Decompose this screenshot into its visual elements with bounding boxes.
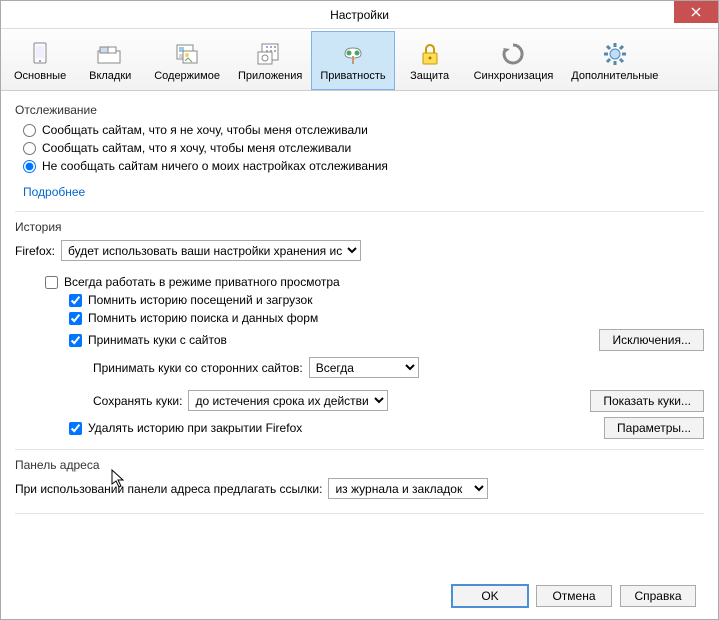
content-icon xyxy=(173,40,201,68)
tab-label: Вкладки xyxy=(89,70,131,82)
privacy-icon xyxy=(339,40,367,68)
tab-label: Защита xyxy=(410,70,449,82)
history-mode-select[interactable]: будет использовать ваши настройки хранен… xyxy=(61,240,361,261)
clear-settings-button[interactable]: Параметры... xyxy=(604,417,704,439)
close-button[interactable] xyxy=(674,1,718,23)
tab-advanced[interactable]: Дополнительные xyxy=(562,31,667,90)
remember-browsing-checkbox[interactable] xyxy=(69,294,82,307)
tab-label: Приложения xyxy=(238,70,302,82)
locationbar-group-label: Панель адреса xyxy=(15,458,704,472)
general-icon xyxy=(26,40,54,68)
sync-icon xyxy=(499,40,527,68)
third-party-select[interactable]: Всегда xyxy=(309,357,419,378)
always-private-checkbox[interactable] xyxy=(45,276,58,289)
history-group: История Firefox: будет использовать ваши… xyxy=(15,220,704,450)
titlebar: Настройки xyxy=(1,1,718,29)
tab-privacy[interactable]: Приватность xyxy=(311,31,394,90)
content-area: Отслеживание Сообщать сайтам, что я не х… xyxy=(1,91,718,573)
ok-button[interactable]: OK xyxy=(452,585,528,607)
tab-sync[interactable]: Синхронизация xyxy=(465,31,563,90)
clear-on-close-checkbox[interactable] xyxy=(69,422,82,435)
keep-until-select[interactable]: до истечения срока их действия xyxy=(188,390,388,411)
dnt-off-label[interactable]: Сообщать сайтам, что я хочу, чтобы меня … xyxy=(42,141,351,155)
help-button[interactable]: Справка xyxy=(620,585,696,607)
show-cookies-button[interactable]: Показать куки... xyxy=(590,390,704,412)
tracking-group-label: Отслеживание xyxy=(15,103,704,117)
always-private-label[interactable]: Всегда работать в режиме приватного прос… xyxy=(64,275,340,289)
remember-search-label[interactable]: Помнить историю поиска и данных форм xyxy=(88,311,318,325)
locationbar-group: Панель адреса При использовании панели а… xyxy=(15,458,704,514)
applications-icon xyxy=(256,40,284,68)
settings-window: Настройки Основные Вкладки Содержимое xyxy=(0,0,719,620)
tab-applications[interactable]: Приложения xyxy=(229,31,311,90)
security-icon xyxy=(416,40,444,68)
remember-search-checkbox[interactable] xyxy=(69,312,82,325)
remember-browsing-label[interactable]: Помнить историю посещений и загрузок xyxy=(88,293,312,307)
suggest-select[interactable]: из журнала и закладок xyxy=(328,478,488,499)
third-party-label: Принимать куки со сторонних сайтов: xyxy=(93,361,303,375)
tab-label: Синхронизация xyxy=(474,70,554,82)
dnt-on-radio[interactable] xyxy=(23,124,36,137)
keep-until-label: Сохранять куки: xyxy=(93,394,182,408)
tab-content[interactable]: Содержимое xyxy=(145,31,229,90)
tab-label: Основные xyxy=(14,70,66,82)
dnt-off-radio[interactable] xyxy=(23,142,36,155)
dnt-on-label[interactable]: Сообщать сайтам, что я не хочу, чтобы ме… xyxy=(42,123,368,137)
tracking-more-link[interactable]: Подробнее xyxy=(23,185,85,199)
tracking-group: Отслеживание Сообщать сайтам, что я не х… xyxy=(15,103,704,212)
tab-label: Содержимое xyxy=(154,70,220,82)
exceptions-button[interactable]: Исключения... xyxy=(599,329,704,351)
close-icon xyxy=(691,7,701,17)
advanced-icon xyxy=(601,40,629,68)
window-title: Настройки xyxy=(330,8,389,22)
tab-security[interactable]: Защита xyxy=(395,31,465,90)
cancel-button[interactable]: Отмена xyxy=(536,585,612,607)
tab-label: Приватность xyxy=(320,70,385,82)
dnt-none-radio[interactable] xyxy=(23,160,36,173)
accept-cookies-checkbox[interactable] xyxy=(69,334,82,347)
dialog-footer: OK Отмена Справка xyxy=(1,573,718,619)
accept-cookies-label[interactable]: Принимать куки с сайтов xyxy=(88,333,227,347)
dnt-none-label[interactable]: Не сообщать сайтам ничего о моих настрой… xyxy=(42,159,388,173)
tabs-icon xyxy=(96,40,124,68)
history-group-label: История xyxy=(15,220,704,234)
suggest-label: При использовании панели адреса предлага… xyxy=(15,482,322,496)
toolbar: Основные Вкладки Содержимое Приложения П… xyxy=(1,29,718,91)
clear-on-close-label[interactable]: Удалять историю при закрытии Firefox xyxy=(88,421,302,435)
tab-label: Дополнительные xyxy=(571,70,658,82)
tab-tabs[interactable]: Вкладки xyxy=(75,31,145,90)
firefox-label: Firefox: xyxy=(15,244,55,258)
tab-general[interactable]: Основные xyxy=(5,31,75,90)
